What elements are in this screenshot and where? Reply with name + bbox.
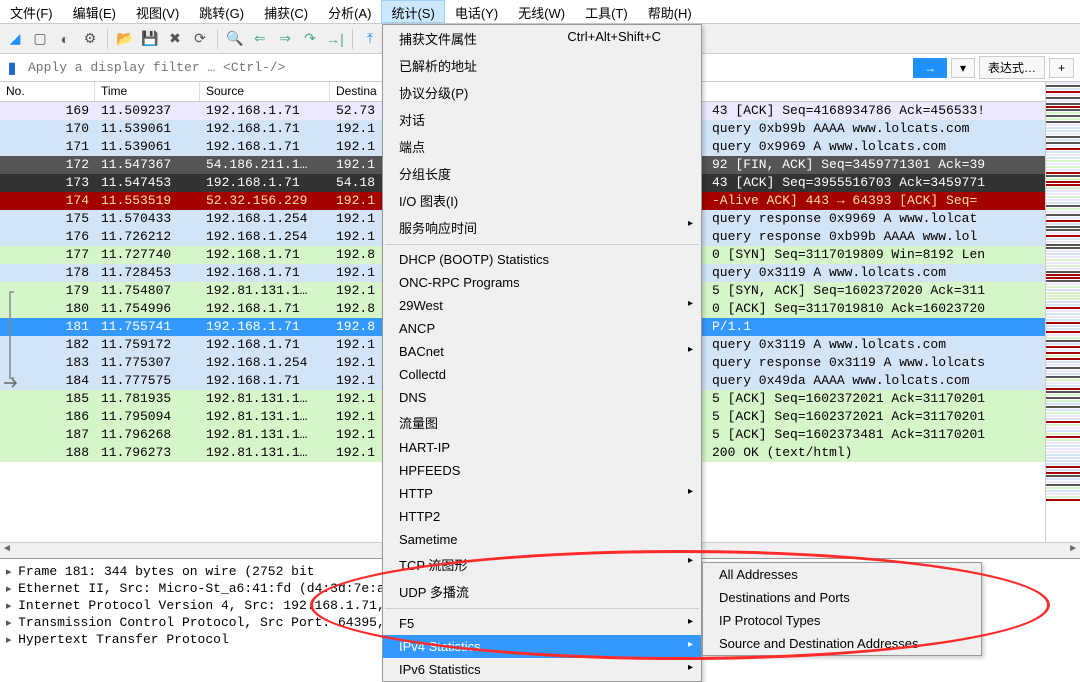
jump-icon[interactable]: ↷ [299, 28, 321, 50]
menu-item[interactable]: 已解析的地址 [383, 52, 701, 79]
menu-1[interactable]: 编辑(E) [63, 0, 126, 23]
menu-6[interactable]: 统计(S) [381, 0, 444, 23]
menu-item[interactable]: 端点 [383, 133, 701, 160]
close-icon[interactable]: ✖ [164, 28, 186, 50]
bookmark-icon[interactable]: ▮ [0, 56, 24, 80]
options-icon[interactable]: ⚙ [79, 28, 101, 50]
menu-7[interactable]: 电话(Y) [445, 0, 508, 23]
menu-item[interactable]: HTTP2 [383, 505, 701, 528]
menu-item[interactable]: 捕获文件属性Ctrl+Alt+Shift+C [383, 25, 701, 52]
menu-item[interactable]: 服务响应时间 [383, 214, 701, 241]
expression-button[interactable]: 表达式… [979, 56, 1045, 79]
menu-item[interactable]: IPv4 Statistics [383, 635, 701, 658]
col-source[interactable]: Source [200, 82, 330, 101]
menu-bar: 文件(F)编辑(E)视图(V)跳转(G)捕获(C)分析(A)统计(S)电话(Y)… [0, 0, 1080, 24]
save-icon[interactable]: 💾 [139, 28, 161, 50]
menu-item[interactable]: F5 [383, 612, 701, 635]
menu-item[interactable]: HPFEEDS [383, 459, 701, 482]
dropdown-icon[interactable]: ▾ [951, 58, 975, 78]
col-time[interactable]: Time [95, 82, 200, 101]
menu-item[interactable]: HART-IP [383, 436, 701, 459]
menu-item[interactable]: HTTP [383, 482, 701, 505]
minimap[interactable] [1045, 82, 1080, 542]
menu-item[interactable]: TCP 流图形 [383, 551, 701, 578]
display-filter-input[interactable] [24, 56, 313, 79]
menu-item[interactable]: 流量图 [383, 409, 701, 436]
submenu-item[interactable]: All Addresses [703, 563, 981, 586]
menu-2[interactable]: 视图(V) [126, 0, 189, 23]
find-icon[interactable]: 🔍 [224, 28, 246, 50]
shark-fin-icon[interactable]: ◢ [4, 28, 26, 50]
ipv4-submenu: All AddressesDestinations and PortsIP Pr… [702, 562, 982, 656]
add-button[interactable]: + [1049, 58, 1074, 78]
arrow-marker [4, 378, 20, 388]
menu-item[interactable]: BACnet [383, 340, 701, 363]
submenu-item[interactable]: Destinations and Ports [703, 586, 981, 609]
restart-icon[interactable]: ◐ [54, 28, 76, 50]
first-icon[interactable]: ⤒ [359, 28, 381, 50]
menu-item[interactable]: 29West [383, 294, 701, 317]
menu-0[interactable]: 文件(F) [0, 0, 63, 23]
col-no[interactable]: No. [0, 82, 95, 101]
prev-icon[interactable]: ⇐ [249, 28, 271, 50]
menu-item[interactable]: DHCP (BOOTP) Statistics [383, 248, 701, 271]
menu-item[interactable]: I/O 图表(I) [383, 187, 701, 214]
menu-10[interactable]: 帮助(H) [638, 0, 702, 23]
menu-item[interactable]: Collectd [383, 363, 701, 386]
menu-5[interactable]: 分析(A) [318, 0, 381, 23]
statistics-menu: 捕获文件属性Ctrl+Alt+Shift+C已解析的地址协议分级(P)对话端点分… [382, 24, 702, 682]
menu-3[interactable]: 跳转(G) [189, 0, 254, 23]
submenu-item[interactable]: Source and Destination Addresses [703, 632, 981, 655]
menu-item[interactable]: DNS [383, 386, 701, 409]
menu-item[interactable]: ANCP [383, 317, 701, 340]
menu-item[interactable]: Sametime [383, 528, 701, 551]
reload-icon[interactable]: ⟳ [189, 28, 211, 50]
goto-icon[interactable]: →| [324, 28, 346, 50]
menu-item[interactable]: IPv6 Statistics [383, 658, 701, 681]
bracket-marker [8, 290, 20, 380]
next-icon[interactable]: ⇒ [274, 28, 296, 50]
open-icon[interactable]: 📂 [114, 28, 136, 50]
menu-item[interactable]: UDP 多播流 [383, 578, 701, 605]
menu-4[interactable]: 捕获(C) [254, 0, 318, 23]
menu-9[interactable]: 工具(T) [575, 0, 638, 23]
menu-item[interactable]: 协议分级(P) [383, 79, 701, 106]
submenu-item[interactable]: IP Protocol Types [703, 609, 981, 632]
menu-item[interactable]: ONC-RPC Programs [383, 271, 701, 294]
menu-8[interactable]: 无线(W) [508, 0, 575, 23]
apply-filter-button[interactable]: → [913, 58, 947, 78]
stop-icon[interactable]: ▢ [29, 28, 51, 50]
menu-item[interactable]: 对话 [383, 106, 701, 133]
menu-item[interactable]: 分组长度 [383, 160, 701, 187]
